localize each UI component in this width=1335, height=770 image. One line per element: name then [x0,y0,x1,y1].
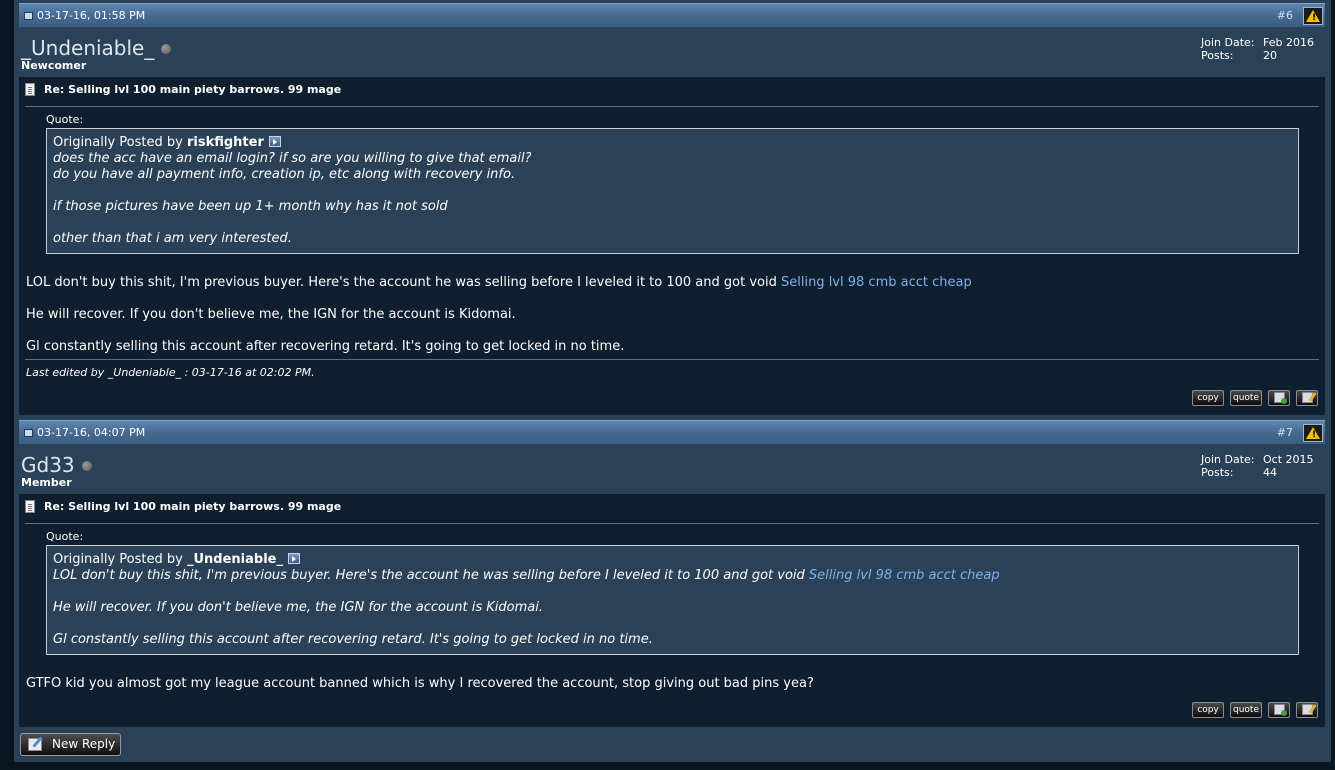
post-actions: copy quote [1186,390,1318,408]
post-date: 03-17-16, 01:58 PM [37,9,146,22]
post-document-icon [25,499,35,513]
quote-line: LOL don't buy this shit, I'm previous bu… [53,568,1292,584]
post-actions: copy quote [1186,702,1318,720]
post-document-icon [25,82,35,96]
post-6: 03-17-16, 01:58 PM #6 ! _Undeniable_ New… [19,3,1325,415]
quote-line: does the acc have an email login? if so … [53,151,532,166]
posts-label: Posts: [1201,466,1234,479]
multiquote-button[interactable] [1268,390,1290,406]
post-header: 03-17-16, 04:07 PM #7 ! [19,420,1325,444]
user-title: Newcomer [21,59,87,72]
view-post-arrow-icon[interactable] [268,136,281,147]
posts-count: 20 [1263,49,1277,62]
quote-box: Originally Posted by riskfighter does th… [46,128,1299,254]
post-date-icon [24,429,33,437]
post-date-icon [24,12,33,20]
quote-box: Originally Posted by _Undeniable_ LOL do… [46,545,1299,655]
quote-line: Gl constantly selling this account after… [53,632,653,647]
quote-prefix: Originally Posted by [53,135,183,150]
multiquote-add-icon [1273,704,1287,716]
post-number-link[interactable]: #7 [1277,426,1293,439]
post-7: 03-17-16, 04:07 PM #7 ! Gd33 Member Join… [19,420,1325,727]
quote-author: _Undeniable_ [186,552,283,567]
post-number-link[interactable]: #6 [1277,9,1293,22]
post-title: Re: Selling lvl 100 main piety barrows. … [25,499,342,514]
quote-label: Quote: [46,530,84,543]
post-body: Re: Selling lvl 100 main piety barrows. … [19,77,1325,415]
message-line: He will recover. If you don't believe me… [26,307,516,322]
edited-note: Last edited by _Undeniable_ : 03-17-16 a… [26,366,315,379]
join-info: Join Date: Feb 2016 Posts: 20 [1201,36,1314,62]
quote-line: He will recover. If you don't believe me… [53,600,543,615]
post-title: Re: Selling lvl 100 main piety barrows. … [25,82,342,97]
quote-button[interactable]: quote [1230,390,1262,406]
username-link[interactable]: Gd33 [21,453,92,477]
divider [25,359,1319,360]
quote-line-blank [53,616,1292,632]
message-line: Gl constantly selling this account after… [26,339,625,354]
user-title: Member [21,476,72,489]
page-edge [1325,0,1331,762]
quote-line [53,215,1292,231]
edit-post-button[interactable] [1296,702,1318,718]
message-line: LOL don't buy this shit, I'm previous bu… [26,275,972,291]
new-reply-label: New Reply [52,737,116,751]
edit-post-icon [1301,704,1317,715]
post-body: Re: Selling lvl 100 main piety barrows. … [19,494,1325,727]
quote-header: Originally Posted by _Undeniable_ [53,552,1292,568]
offline-status-icon [161,43,172,54]
username-link[interactable]: _Undeniable_ [21,36,172,60]
quote-header: Originally Posted by riskfighter [53,135,1292,151]
quote-label: Quote: [46,113,84,126]
quote-line-text: LOL don't buy this shit, I'm previous bu… [53,568,809,583]
post-date: 03-17-16, 04:07 PM [37,426,146,439]
quote-line: other than that i am very interested. [53,231,292,246]
quote-line-blank [53,584,1292,600]
new-reply-icon [28,738,42,751]
report-warning-icon[interactable]: ! [1303,7,1323,25]
quote-prefix: Originally Posted by [53,552,183,567]
quote-line: do you have all payment info, creation i… [53,167,516,182]
user-info: Gd33 Member Join Date: Oct 2015 Posts: 44 [19,444,1325,494]
quote-line [53,183,1292,199]
report-warning-icon[interactable]: ! [1303,424,1323,442]
username-text[interactable]: _Undeniable_ [21,36,154,60]
divider [25,106,1319,107]
join-date-value: Feb 2016 [1263,36,1314,49]
quote-line: if those pictures have been up 1+ month … [53,199,448,214]
new-reply-button[interactable]: New Reply [20,733,121,756]
join-date-label: Join Date: [1201,36,1255,49]
quote-button[interactable]: quote [1230,702,1262,718]
join-date-label: Join Date: [1201,453,1255,466]
edit-post-button[interactable] [1296,390,1318,406]
post-title-text: Re: Selling lvl 100 main piety barrows. … [44,83,342,96]
join-date-value: Oct 2015 [1263,453,1314,466]
copy-button[interactable]: copy [1192,390,1224,406]
message-text: LOL don't buy this shit, I'm previous bu… [26,275,781,290]
view-post-arrow-icon[interactable] [287,553,300,564]
divider [25,523,1319,524]
copy-button[interactable]: copy [1192,702,1224,718]
posts-count: 44 [1263,466,1277,479]
offline-status-icon [81,460,92,471]
join-info: Join Date: Oct 2015 Posts: 44 [1201,453,1314,479]
thread-link[interactable]: Selling lvl 98 cmb acct cheap [809,568,1000,583]
multiquote-button[interactable] [1268,702,1290,718]
edit-post-icon [1301,392,1317,403]
user-info: _Undeniable_ Newcomer Join Date: Feb 2016… [19,27,1325,77]
thread-link[interactable]: Selling lvl 98 cmb acct cheap [781,275,972,290]
post-header: 03-17-16, 01:58 PM #6 ! [19,3,1325,27]
username-text[interactable]: Gd33 [21,453,75,477]
posts-label: Posts: [1201,49,1234,62]
multiquote-add-icon [1273,392,1287,404]
message-line: GTFO kid you almost got my league accoun… [26,676,814,691]
post-title-text: Re: Selling lvl 100 main piety barrows. … [44,500,342,513]
quote-author: riskfighter [186,135,264,150]
